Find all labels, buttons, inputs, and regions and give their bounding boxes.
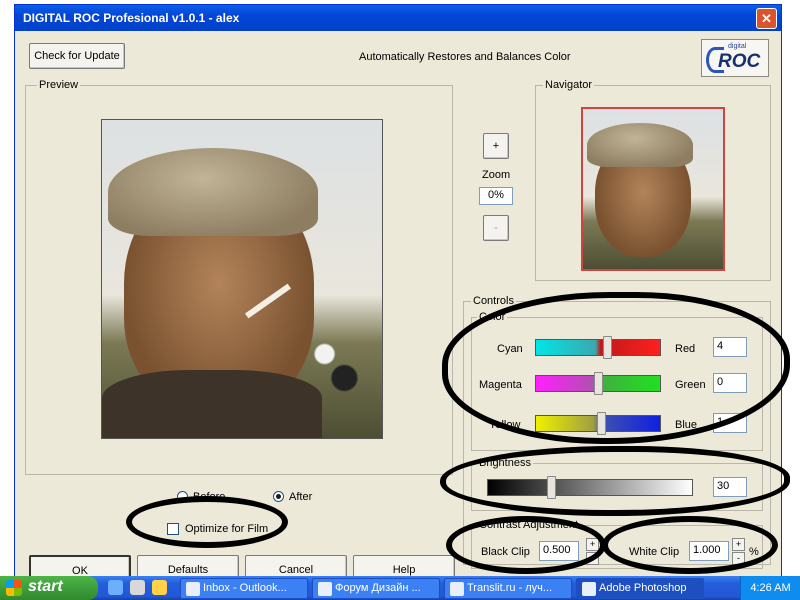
ie-icon[interactable] (108, 580, 123, 595)
photoshop-icon (582, 582, 596, 596)
magenta-green-thumb[interactable] (594, 372, 603, 395)
zoom-in-button[interactable]: + (483, 133, 509, 159)
media-icon[interactable] (152, 580, 167, 595)
navigator-thumbnail[interactable] (581, 107, 725, 271)
yellow-blue-value[interactable]: 1 (713, 413, 747, 433)
cyan-label: Cyan (497, 343, 523, 355)
color-title: Color (477, 311, 508, 323)
windows-flag-icon (6, 580, 22, 596)
after-label: After (289, 491, 313, 503)
black-clip-label: Black Clip (481, 546, 530, 558)
roc-logo-text: ROC (718, 51, 761, 72)
preview-title: Preview (37, 79, 81, 91)
ok-button[interactable]: OK (29, 555, 131, 577)
task-translit-label: Translit.ru - луч... (467, 582, 553, 594)
zoom-label: Zoom (482, 169, 511, 181)
roc-logo-small-text: digital (728, 43, 747, 50)
brightness-slider[interactable] (487, 479, 693, 496)
optimize-for-film-label: Optimize for Film (185, 523, 269, 535)
task-forum[interactable]: Форум Дизайн ... (312, 578, 440, 599)
white-clip-label: White Clip (629, 546, 680, 558)
digital-roc-window: DIGITAL ROC Profesional v1.0.1 - alex ✕ … (14, 4, 782, 578)
check-for-update-button[interactable]: Check for Update (29, 43, 125, 69)
contrast-title: Contrast Adjustment (477, 519, 581, 531)
preview-jacket (102, 370, 322, 438)
cyan-red-slider[interactable] (535, 339, 661, 356)
start-button[interactable]: start (0, 576, 98, 600)
before-radio[interactable] (177, 491, 188, 502)
desktop-icon[interactable] (130, 580, 145, 595)
zoom-out-button[interactable]: - (483, 215, 509, 241)
green-label: Green (675, 379, 706, 391)
black-clip-up-button[interactable]: + (586, 538, 599, 551)
clock[interactable]: 4:26 AM (750, 582, 790, 594)
yellow-blue-thumb[interactable] (597, 412, 606, 435)
after-radio[interactable] (273, 491, 284, 502)
brightness-thumb[interactable] (547, 476, 556, 499)
white-clip-down-button[interactable]: - (732, 552, 745, 565)
outlook-icon (186, 582, 200, 596)
title-bar[interactable]: DIGITAL ROC Profesional v1.0.1 - alex ✕ (15, 5, 781, 31)
red-label: Red (675, 343, 696, 355)
help-button[interactable]: Help (353, 555, 455, 577)
task-translit[interactable]: Translit.ru - луч... (444, 578, 572, 599)
roc-logo: digital ROC (701, 39, 769, 77)
browser-icon (318, 582, 332, 596)
white-clip-percent: % (749, 546, 759, 558)
navigator-cap (587, 123, 693, 167)
cyan-red-thumb[interactable] (603, 336, 612, 359)
magenta-green-value[interactable]: 0 (713, 373, 747, 393)
roc-swoosh-icon (706, 47, 724, 73)
yellow-label: Yellow (489, 419, 521, 431)
taskbar: start Inbox - Outlook... Форум Дизайн ..… (0, 576, 800, 600)
task-forum-label: Форум Дизайн ... (335, 582, 421, 594)
white-clip-value[interactable]: 1.000 (689, 541, 729, 561)
blue-label: Blue (675, 419, 698, 431)
navigator-title: Navigator (543, 79, 595, 91)
cancel-button[interactable]: Cancel (245, 555, 347, 577)
brightness-title: Brightness (477, 457, 533, 469)
system-tray: 4:26 AM (740, 576, 800, 600)
tagline: Automatically Restores and Balances Colo… (359, 51, 571, 63)
optimize-for-film-checkbox[interactable] (167, 523, 179, 535)
preview-cap (108, 148, 318, 236)
browser-icon (450, 582, 464, 596)
magenta-label: Magenta (479, 379, 522, 391)
task-photoshop-label: Adobe Photoshop (599, 582, 687, 594)
brightness-value[interactable]: 30 (713, 477, 747, 497)
preview-image[interactable] (101, 119, 383, 439)
start-label: start (28, 578, 63, 595)
defaults-button[interactable]: Defaults (137, 555, 239, 577)
close-button[interactable]: ✕ (756, 8, 777, 29)
white-clip-up-button[interactable]: + (732, 538, 745, 551)
black-clip-down-button[interactable]: - (586, 552, 599, 565)
task-photoshop[interactable]: Adobe Photoshop (576, 578, 704, 599)
task-outlook-label: Inbox - Outlook... (203, 582, 287, 594)
zoom-value: 0% (479, 187, 513, 205)
controls-title: Controls (471, 295, 516, 307)
black-clip-value[interactable]: 0.500 (539, 541, 579, 561)
cyan-red-value[interactable]: 4 (713, 337, 747, 357)
before-label: Before (193, 491, 226, 503)
task-outlook[interactable]: Inbox - Outlook... (180, 578, 308, 599)
close-icon: ✕ (761, 11, 772, 26)
window-title: DIGITAL ROC Profesional v1.0.1 - alex (23, 11, 240, 25)
